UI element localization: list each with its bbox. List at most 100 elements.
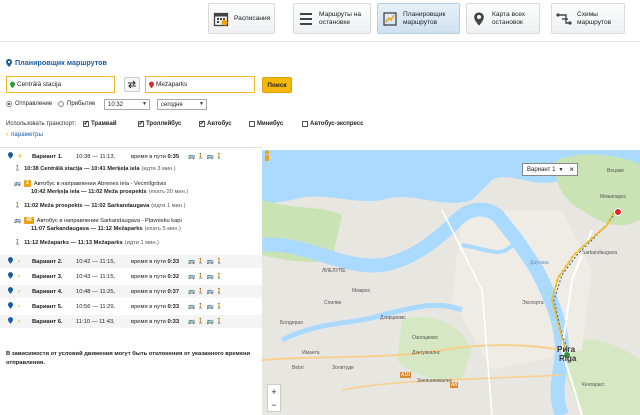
trolleybus-checkbox[interactable]	[138, 119, 144, 127]
minibus-checkbox[interactable]	[249, 121, 255, 127]
express-bus-checkbox[interactable]	[302, 121, 308, 127]
variant-icons: 🚌 🚶 🚌 🚶	[188, 319, 223, 325]
arrival-radio-row[interactable]: Прибытие	[58, 101, 95, 107]
walk-icon: 🚶	[215, 318, 223, 325]
segment-walk-1: 🚶 10:38 Centrālā stacija — 10:41 Merķeļa…	[14, 166, 176, 172]
nav-route-schemes-button[interactable]: Схемы маршрутов	[551, 3, 625, 34]
map-label-dzirciems: Дзирциемс	[380, 315, 406, 321]
time-select[interactable]: 10:32 ▼	[104, 99, 150, 110]
variant-row[interactable]: › Вариант 4. 10:48 — 11:25, время в пути 0:…	[0, 285, 262, 298]
minibus-label: Минибус	[257, 121, 284, 127]
variant-row[interactable]: › Вариант 3. 10:43 — 11:15, время в пути 0:…	[0, 270, 262, 283]
walk-icon: 🚶	[215, 273, 223, 280]
walk-icon: 🚶	[197, 303, 205, 310]
tram-label: Трамвай	[91, 121, 117, 127]
minibus-checkbox-row[interactable]: Минибус	[249, 121, 283, 127]
bus-icon: 🚌	[188, 258, 196, 265]
nav-label: Схемы маршрутов	[577, 11, 612, 26]
variant-time: 10:43 — 11:15,	[76, 273, 116, 280]
variant-time: 11:10 — 11:43,	[76, 318, 115, 325]
from-input[interactable]: Centrālā stacija	[6, 76, 115, 93]
duration-value: 0:32	[167, 273, 180, 280]
swap-button[interactable]	[124, 77, 140, 92]
nav-schedules-button[interactable]: Расписания	[208, 3, 275, 34]
bus-icon: 🚌	[188, 303, 196, 310]
duration-label: время в пути	[131, 303, 166, 310]
segment-time: 11:12 Mežaparks — 11:13 Mežaparks	[24, 240, 123, 246]
variant-icons: 🚌 🚶 🚌 🚶	[188, 274, 223, 280]
segment-walk-2: 🚶 11:02 Meža prospekts — 11:02 Sarkandau…	[14, 203, 185, 209]
start-pin-icon	[10, 81, 15, 88]
day-select[interactable]: сегодня ▼	[157, 99, 207, 110]
bus-checkbox-row[interactable]: Автобус	[199, 119, 232, 127]
variant-name: Вариант 4.	[32, 288, 63, 295]
walk-icon: 🚶	[197, 153, 205, 160]
walk-icon: 🚶	[197, 318, 205, 325]
variant-row[interactable]: › Вариант 6. 11:10 — 11:43, время в пути 0:…	[0, 315, 262, 328]
trolleybus-checkbox-row[interactable]: Троллейбус	[138, 119, 182, 127]
variant-row[interactable]: ˅ Вариант 1. 10:38 — 11:13, время в пути…	[0, 150, 262, 163]
route-badge[interactable]: 48	[24, 217, 34, 224]
segment-time: 11:07 Sarkandaugava — 11:12 Mežaparks	[31, 226, 143, 232]
duration-label: время в пути	[131, 258, 166, 265]
street-view-pegman-icon[interactable]	[262, 150, 272, 162]
bus-icon: 🚌	[14, 180, 22, 187]
search-button[interactable]: Поиск	[262, 77, 292, 93]
route-map[interactable]: Рига Riga Вецаки Межапаркс Даугава ЛИЕЛУ…	[262, 150, 640, 415]
chevron-down-icon: ▼	[558, 166, 564, 173]
bus-icon: 🚌	[14, 217, 22, 224]
variant-row[interactable]: › Вариант 5. 10:56 — 11:29, время в пути 0:…	[0, 300, 262, 313]
nav-route-planner-button[interactable]: Планировщик маршрутов	[377, 3, 460, 34]
segment-time: 10:42 Merķeļa iela — 11:02 Meža prospekt…	[31, 189, 147, 195]
to-input[interactable]: Mežaparks	[145, 76, 255, 93]
location-pin-icon	[8, 302, 13, 311]
map-variant-select[interactable]: Вариант 1 ▼ ×	[522, 163, 578, 176]
close-icon[interactable]: ×	[569, 165, 574, 174]
variant-duration: время в пути 0:33	[131, 259, 179, 265]
walk-icon: 🚶	[197, 273, 205, 280]
variant-icons: 🚌 🚶 🚌 🚶	[188, 259, 223, 265]
chevron-down-icon: ˅	[18, 153, 22, 160]
walk-icon: 🚶	[14, 240, 22, 246]
map-label-vecaki: Вецаки	[607, 168, 624, 174]
time-select-value: 10:32	[108, 101, 124, 108]
departure-radio-row[interactable]: Отправление	[6, 101, 52, 107]
chevron-right-icon: ›	[18, 258, 20, 265]
route-badge[interactable]: 2	[24, 180, 31, 187]
bus-icon: 🚌	[188, 288, 196, 295]
params-toggle[interactable]: › параметры	[6, 131, 43, 138]
nav-stop-routes-button[interactable]: Маршруты на остановке	[293, 3, 371, 34]
arrival-radio[interactable]	[58, 101, 64, 107]
zoom-out-button[interactable]: −	[271, 400, 276, 410]
tram-checkbox[interactable]	[83, 119, 89, 127]
nav-label: Маршруты на остановке	[319, 11, 361, 26]
bus-icon: 🚌	[206, 153, 214, 160]
variant-1-expanded[interactable]: ˅ Вариант 1. 10:38 — 11:13, время в пути…	[0, 147, 262, 253]
map-label-ziepniekkalns: Зиепниеккалнс	[417, 378, 453, 384]
segment-direction: Автобус в направлении Sarkandaugava - Pļ…	[36, 217, 182, 224]
segment-note: (ехать 20 мин.)	[148, 189, 189, 195]
bus-label: Автобус	[207, 121, 232, 127]
calendar-icon	[213, 12, 229, 26]
bus-icon: 🚌	[206, 258, 214, 265]
departure-radio[interactable]	[6, 101, 12, 107]
express-bus-checkbox-row[interactable]: Автобус-экспресс	[302, 121, 363, 127]
map-label-kengarags: Кенгарагс	[582, 382, 605, 388]
variant-duration: время в пути 0:37	[131, 289, 179, 295]
segment-bus-2: 🚌 2 Автобус в направлении Abrenes iela -…	[14, 180, 166, 187]
tram-checkbox-row[interactable]: Трамвай	[83, 119, 117, 127]
map-label-dzeguzkalns: Дзегузкалнс	[412, 350, 441, 356]
duration-label: время в пути	[131, 273, 166, 280]
map-label-eksporta: Экспорта	[522, 300, 544, 306]
chevron-down-icon: ▼	[142, 101, 147, 107]
bus-checkbox[interactable]	[199, 119, 205, 127]
variant-row[interactable]: › Вариант 2. 10:42 — 11:15, время в пути 0:…	[0, 255, 262, 268]
walk-icon: 🚶	[215, 258, 223, 265]
arrival-label: Прибытие	[67, 101, 96, 107]
trolleybus-label: Троллейбус	[146, 121, 182, 127]
planner-title: Планировщик маршрутов	[6, 58, 107, 67]
variant-name: Вариант 1.	[32, 153, 63, 160]
zoom-in-button[interactable]: +	[271, 387, 276, 397]
segment-note: (идти 1 мин.)	[124, 240, 159, 246]
nav-stops-map-button[interactable]: Карта всех остановок	[466, 3, 540, 34]
